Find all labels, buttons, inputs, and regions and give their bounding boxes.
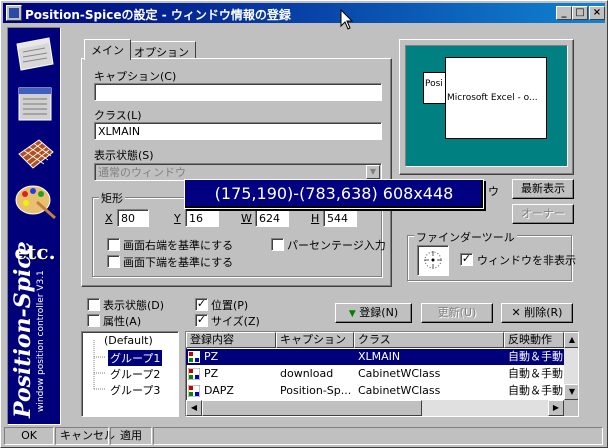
tree-item-group3[interactable]: グループ3 (108, 382, 162, 398)
header-caption[interactable]: キャプション (276, 332, 354, 348)
percent-label: パーセンテージ入力 (287, 239, 386, 252)
caption-label: キャプション(C) (94, 70, 177, 83)
hide-window-label: ウィンドウを非表示 (477, 254, 576, 267)
ok-button[interactable]: OK (4, 427, 54, 445)
preview-frame: Posi Microsoft Excel - o... (399, 39, 574, 175)
refresh-button[interactable]: 最新表示 (512, 179, 574, 199)
scroll-down-icon[interactable]: ▼ (564, 384, 578, 400)
w-input[interactable]: 624 (255, 209, 289, 227)
display-state-checkbox[interactable] (87, 298, 100, 311)
maximize-button[interactable]: □ (572, 6, 588, 20)
percent-checkbox[interactable] (271, 238, 284, 251)
h-label: H (311, 212, 320, 225)
row-action: 自動＆手動 (508, 384, 563, 397)
y-label: Y (174, 212, 181, 225)
finder-tool-icon[interactable] (417, 245, 449, 276)
display-state-option-label: 表示状態(D) (103, 299, 165, 312)
row-action: 自動＆手動 (508, 350, 563, 363)
tree-item-group1[interactable]: グループ1 (108, 350, 163, 366)
attribute-checkbox[interactable] (87, 314, 100, 327)
status-bar (153, 427, 603, 445)
update-button[interactable]: 更新(U) (421, 303, 493, 323)
window-title: Position-Spiceの設定 - ウィンドウ情報の登録 (25, 8, 291, 22)
row-class: CabinetWClass (358, 367, 441, 380)
register-label: 登録(N) (359, 306, 399, 319)
cancel-button[interactable]: キャンセル (55, 427, 115, 445)
mouse-cursor-icon (340, 9, 354, 30)
delete-x-icon: ✕ (511, 306, 521, 319)
class-label: クラス(L) (94, 109, 142, 122)
minimize-button[interactable]: _ (556, 6, 572, 20)
caption-input[interactable] (94, 83, 382, 101)
brand-title: Position-Spice (10, 241, 36, 418)
header-class[interactable]: クラス (354, 332, 504, 348)
scroll-left-icon[interactable]: ◀ (186, 400, 202, 416)
header-content[interactable]: 登録内容 (186, 332, 276, 348)
row-name: PZ (204, 367, 219, 380)
rect-group-title: 矩形 (99, 190, 125, 206)
app-icon[interactable] (6, 5, 22, 21)
table-vscroll[interactable]: ▲ ▼ (564, 332, 578, 400)
row-class: XLMAIN (358, 350, 401, 363)
right-edge-checkbox[interactable] (107, 238, 120, 251)
display-state-label: 表示状態(S) (94, 149, 154, 162)
header-action[interactable]: 反映動作 (504, 332, 564, 348)
size-label: サイズ(Z) (211, 315, 260, 328)
chevron-down-icon[interactable]: ▼ (366, 165, 380, 179)
x-label: X (105, 212, 113, 225)
settings-window: Position-Spiceの設定 - ウィンドウ情報の登録 _ □ × etc… (0, 0, 608, 448)
right-edge-label: 画面右端を基準にする (123, 239, 234, 252)
w-label: W (241, 212, 252, 225)
scroll-right-icon[interactable]: ▶ (548, 400, 564, 416)
size-checkbox[interactable]: ✓ (195, 314, 208, 327)
h-input[interactable]: 544 (323, 209, 357, 227)
row-class: CabinetWClass (358, 384, 441, 397)
bottom-edge-label: 画面下端を基準にする (123, 256, 234, 269)
register-button[interactable]: ▼ 登録(N) (335, 303, 412, 323)
down-arrow-icon: ▼ (348, 309, 356, 319)
scroll-thumb[interactable] (202, 400, 422, 416)
delete-button[interactable]: ✕ 削除(R) (501, 303, 573, 323)
x-input[interactable]: 80 (117, 209, 149, 227)
group-tree[interactable]: (Default) グループ1 グループ2 グループ3 (81, 331, 179, 417)
brand-subtitle: window position controller V3.1 (36, 270, 46, 412)
table-hscroll[interactable]: ◀ ▶ (186, 400, 564, 416)
preview-screen: Posi Microsoft Excel - o... (405, 45, 568, 167)
sidebar: etc. Position-Spice window position cont… (7, 27, 61, 425)
table-row[interactable]: PZ download CabinetWClass 自動＆手動 (186, 366, 578, 382)
preview-big-window[interactable]: Microsoft Excel - o... (445, 57, 547, 139)
position-checkbox[interactable]: ✓ (195, 298, 208, 311)
tree-item-default[interactable]: (Default) (104, 334, 153, 347)
title-bar[interactable]: Position-Spiceの設定 - ウィンドウ情報の登録 _ □ × (3, 3, 605, 23)
row-caption: download (280, 367, 334, 380)
attribute-label: 属性(A) (103, 315, 142, 328)
close-button[interactable]: × (589, 6, 605, 20)
rect-tooltip: (175,190)-(783,638) 608x448 (184, 179, 484, 209)
tab-main[interactable]: メイン (84, 39, 131, 60)
hide-window-checkbox[interactable]: ✓ (460, 253, 473, 266)
delete-label: 削除(R) (524, 306, 563, 319)
row-caption: Position-Sp... (280, 384, 352, 397)
scroll-corner (564, 400, 578, 416)
finder-group-title: ファインダーツール (414, 229, 517, 245)
hidden-label: ウ (488, 185, 499, 198)
row-name: DAPZ (204, 384, 234, 397)
bottom-edge-checkbox[interactable] (107, 255, 120, 268)
owner-button[interactable]: オーナー (512, 204, 574, 224)
y-input[interactable]: 16 (185, 209, 219, 227)
row-name: PZ (204, 350, 219, 363)
sidebar-brand: Position-Spice window position controlle… (10, 28, 58, 418)
entries-table[interactable]: 登録内容 キャプション クラス 反映動作 PZ XLMAIN 自動＆手動 PZ … (185, 331, 579, 417)
row-action: 自動＆手動 (508, 367, 563, 380)
tree-item-group2[interactable]: グループ2 (108, 366, 162, 382)
display-state-value: 通常のウィンドウ (98, 166, 186, 179)
table-row[interactable]: DAPZ Position-Sp... CabinetWClass 自動＆手動 (186, 383, 578, 399)
apply-button[interactable]: 適用 (110, 427, 152, 445)
scroll-up-icon[interactable]: ▲ (564, 332, 578, 348)
position-label: 位置(P) (211, 299, 249, 312)
class-input[interactable]: XLMAIN (94, 122, 382, 140)
table-row[interactable]: PZ XLMAIN 自動＆手動 (186, 349, 578, 365)
tab-options[interactable]: オプション (127, 41, 196, 59)
